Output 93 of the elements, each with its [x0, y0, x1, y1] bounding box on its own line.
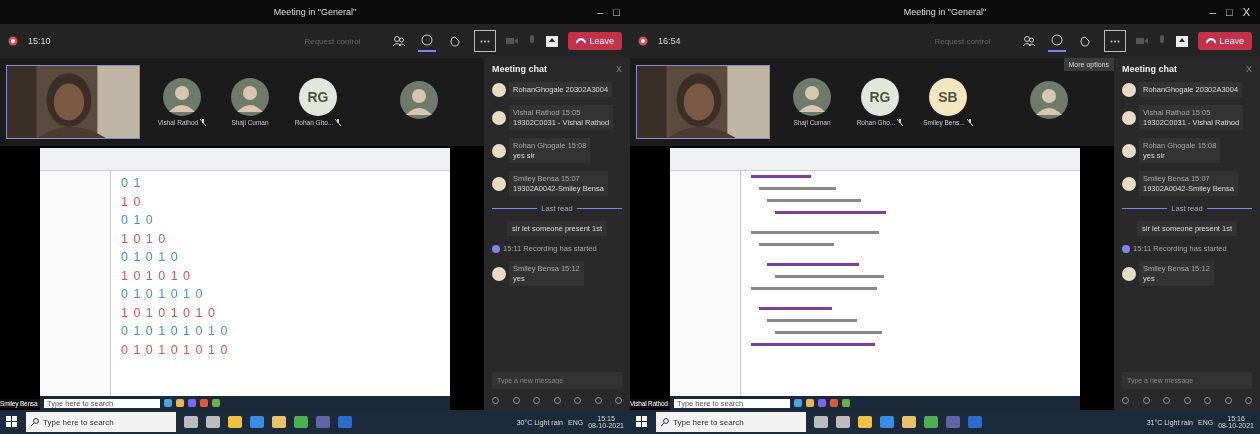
avatar-icon	[793, 78, 831, 116]
chat-icon	[1051, 34, 1064, 46]
search-icon	[661, 418, 669, 426]
compose-tool-icon[interactable]	[1183, 397, 1191, 404]
window-control[interactable]: X	[1242, 6, 1250, 18]
more-icon	[480, 39, 491, 43]
compose-tool-icon[interactable]	[1204, 397, 1211, 404]
avatar-icon	[1030, 81, 1068, 119]
avatar-icon	[1122, 82, 1136, 97]
leave-button[interactable]: Leave	[568, 32, 622, 50]
output-text: 0 1 0	[121, 212, 155, 229]
window-title: Meeting in "General"	[903, 7, 987, 17]
more-button[interactable]	[1104, 30, 1127, 52]
output-text: 0 1 0 1 0 1 0	[121, 286, 205, 303]
avatar-icon	[1122, 176, 1136, 191]
output-text: 0 1 0 1 0 1 0 1 0	[121, 323, 230, 340]
chat-title: Meeting chat	[492, 64, 547, 74]
app-icon[interactable]	[228, 416, 242, 428]
people-icon	[393, 35, 406, 47]
app-icon[interactable]	[184, 416, 198, 428]
avatar-icon	[163, 78, 201, 116]
compose-tool-icon[interactable]	[553, 397, 561, 404]
record-icon	[638, 36, 648, 46]
avatar-icon	[1122, 110, 1136, 125]
compose-tool-icon[interactable]	[533, 397, 540, 404]
app-icon[interactable]	[272, 416, 286, 428]
recording-icon	[492, 244, 500, 253]
window-control[interactable]: □	[613, 6, 620, 18]
avatar-icon	[492, 110, 506, 125]
search-icon	[31, 418, 39, 426]
meeting-timer: 15:10	[28, 36, 51, 46]
avatar-icon	[231, 78, 269, 116]
avatar-icon	[1122, 143, 1136, 158]
avatar-initials: RG	[861, 78, 899, 116]
compose-tool-icon[interactable]	[512, 397, 520, 404]
avatar-icon	[492, 266, 506, 281]
avatar-icon	[492, 143, 506, 158]
windows-icon[interactable]	[636, 416, 648, 428]
app-icon[interactable]	[206, 416, 220, 428]
avatar-initials: SB	[929, 78, 967, 116]
window-control[interactable]: –	[597, 6, 604, 18]
share-icon[interactable]	[546, 35, 559, 47]
taskbar-search[interactable]: Type here to search	[656, 412, 806, 432]
app-icon[interactable]	[858, 416, 872, 428]
output-text: 1 0 1 0 1 0 1 0	[121, 304, 217, 322]
compose-tool-icon[interactable]	[492, 397, 499, 404]
close-button[interactable]: X	[1246, 64, 1252, 74]
avatar-icon	[400, 81, 438, 119]
more-button[interactable]	[474, 30, 497, 52]
output-text: 1 0 1 0 1 0	[121, 267, 193, 285]
compose-tool-icon[interactable]	[1224, 397, 1232, 404]
compose-tool-icon[interactable]	[1122, 397, 1129, 404]
leave-button[interactable]: Leave	[1198, 32, 1252, 50]
window-control[interactable]: –	[1209, 6, 1216, 18]
avatar-icon	[492, 176, 506, 191]
phone-icon	[1206, 38, 1217, 44]
app-icon[interactable]	[294, 416, 308, 428]
chat-title: Meeting chat	[1122, 64, 1177, 74]
compose-tool-icon[interactable]	[574, 397, 581, 404]
meeting-timer: 16:54	[658, 36, 681, 46]
recording-icon	[1122, 244, 1130, 253]
output-text: 1 0 1 0	[121, 230, 168, 248]
compose-tool-icon[interactable]	[1163, 397, 1170, 404]
windows-icon[interactable]	[6, 416, 18, 428]
avatar-initials: RG	[299, 78, 337, 116]
app-icon[interactable]	[814, 416, 828, 428]
compose-tool-icon[interactable]	[1142, 397, 1150, 404]
output-text: 0 1 0 1 0	[121, 249, 180, 266]
compose-tool-icon[interactable]	[594, 397, 602, 404]
window-title: Meeting in "General"	[273, 7, 357, 17]
more-icon	[1110, 39, 1121, 43]
people-icon	[1023, 35, 1036, 47]
camera-icon[interactable]	[1136, 36, 1149, 46]
window-control[interactable]: □	[1226, 6, 1233, 18]
app-icon[interactable]	[902, 416, 916, 428]
avatar-icon	[1122, 266, 1136, 281]
output-text: 0 1 0 1 0 1 0 1 0	[121, 341, 230, 359]
camera-icon[interactable]	[506, 36, 519, 46]
compose-tool-icon[interactable]	[1245, 397, 1252, 404]
app-icon[interactable]	[836, 416, 850, 428]
output-text: 0 1	[121, 175, 143, 192]
chat-icon	[421, 34, 434, 46]
phone-icon	[576, 38, 587, 44]
close-button[interactable]: X	[616, 64, 622, 74]
avatar-icon	[492, 82, 506, 97]
taskbar-search[interactable]: Type here to search	[26, 412, 176, 432]
output-text: 1 0	[121, 193, 143, 211]
share-icon[interactable]	[1176, 35, 1189, 47]
app-icon[interactable]	[250, 416, 264, 428]
app-icon[interactable]	[880, 416, 894, 428]
app-icon[interactable]	[924, 416, 938, 428]
record-icon	[8, 36, 18, 46]
compose-tool-icon[interactable]	[615, 397, 622, 404]
